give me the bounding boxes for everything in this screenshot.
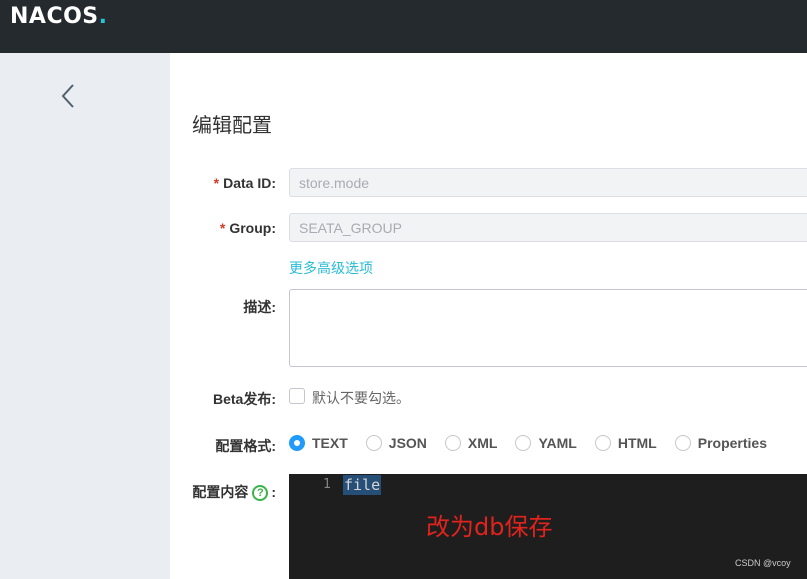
sidebar (0, 53, 170, 579)
editor-code-text[interactable]: file (343, 475, 382, 495)
advanced-options-link[interactable]: 更多高级选项 (289, 258, 373, 278)
data-id-input[interactable]: store.mode (289, 168, 807, 197)
nacos-logo[interactable]: NACOS. (10, 4, 108, 29)
line-number: 1 (323, 477, 331, 492)
content-label: 配置内容?: (192, 484, 276, 502)
annotation-text: 改为db保存 (426, 513, 553, 541)
watermark: CSDN @vcoy (735, 558, 791, 568)
radio-checked-icon (289, 435, 305, 451)
format-radio-properties[interactable]: Properties (674, 435, 767, 451)
description-label: 描述: (243, 299, 276, 315)
format-radio-text[interactable]: TEXT (289, 435, 348, 451)
group-input[interactable]: SEATA_GROUP (289, 213, 807, 242)
help-icon[interactable]: ? (252, 485, 269, 502)
radio-icon (444, 435, 461, 451)
beta-label: Beta发布: (212, 391, 276, 407)
radio-icon (674, 435, 691, 451)
data-id-label: * Data ID: (213, 175, 276, 191)
beta-checkbox-label: 默认不要勾选。 (312, 390, 410, 406)
description-textarea[interactable] (289, 289, 807, 367)
format-radio-json[interactable]: JSON (365, 435, 427, 451)
radio-icon (365, 435, 382, 451)
format-radio-yaml[interactable]: YAML (515, 435, 577, 451)
top-header: NACOS. (0, 0, 807, 53)
group-label: * Group: (219, 220, 276, 236)
back-icon[interactable] (58, 82, 80, 110)
radio-icon (594, 435, 611, 451)
format-label: 配置格式: (215, 438, 276, 454)
format-radio-html[interactable]: HTML (594, 435, 657, 451)
format-radio-xml[interactable]: XML (444, 435, 497, 451)
beta-checkbox[interactable] (289, 388, 305, 404)
radio-icon (515, 435, 532, 451)
page-title: 编辑配置 (192, 115, 272, 137)
format-radio-group: TEXT JSON XML YAML HTML Properties (289, 433, 785, 453)
